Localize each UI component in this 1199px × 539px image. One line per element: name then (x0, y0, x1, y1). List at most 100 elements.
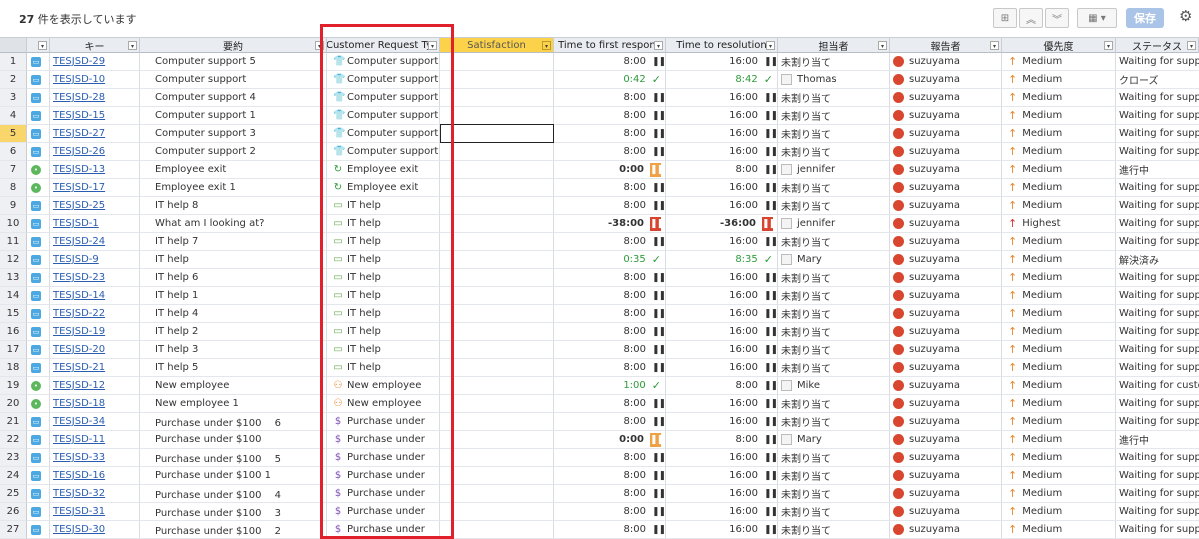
resolution-cell[interactable]: 16:00 ❚❚ (666, 125, 778, 143)
satisfaction-cell[interactable] (440, 395, 554, 413)
summary-cell[interactable]: What am I looking at? (140, 215, 327, 233)
issue-key-link[interactable]: TESJSD-25 (53, 200, 105, 211)
request-type-cell[interactable]: 👕 Computer support (327, 107, 440, 125)
assignee-cell[interactable]: 未割り当て (778, 287, 890, 305)
reporter-cell[interactable]: suzuyama (890, 53, 1002, 71)
resolution-cell[interactable]: 16:00 ❚❚ (666, 107, 778, 125)
assignee-cell[interactable]: Thomas (778, 71, 890, 89)
issue-key-link[interactable]: TESJSD-16 (53, 470, 105, 481)
table-row[interactable]: 11 ▭ TESJSD-24 IT help 7 ▭ IT help 8:00 ❚❚ 16:00… (0, 233, 1199, 251)
first-response-cell[interactable]: 8:00 ❚❚ (554, 359, 666, 377)
hierarchy-button[interactable]: ⊞ (993, 8, 1017, 28)
issue-key-link[interactable]: TESJSD-33 (53, 452, 105, 463)
first-response-cell[interactable]: 8:00 ❚❚ (554, 89, 666, 107)
table-row[interactable]: 13 ▭ TESJSD-23 IT help 6 ▭ IT help 8:00 ❚❚ 16:00… (0, 269, 1199, 287)
request-type-cell[interactable]: ⚇ New employee (327, 395, 440, 413)
table-row[interactable]: 14 ▭ TESJSD-14 IT help 1 ▭ IT help 8:00 ❚❚ 16:00… (0, 287, 1199, 305)
assignee-cell[interactable]: Mary (778, 251, 890, 269)
request-type-cell[interactable]: ▭ IT help (327, 233, 440, 251)
priority-cell[interactable]: ↑ Medium (1002, 503, 1116, 521)
assignee-cell[interactable]: 未割り当て (778, 269, 890, 287)
reporter-cell[interactable]: suzuyama (890, 215, 1002, 233)
resolution-cell[interactable]: 16:00 ❚❚ (666, 503, 778, 521)
summary-cell[interactable]: IT help (140, 251, 327, 269)
table-row[interactable]: 15 ▭ TESJSD-22 IT help 4 ▭ IT help 8:00 ❚❚ 16:00… (0, 305, 1199, 323)
resolution-cell[interactable]: 16:00 ❚❚ (666, 341, 778, 359)
chevron-down-icon[interactable]: ▾ (1187, 41, 1196, 50)
reporter-cell[interactable]: suzuyama (890, 143, 1002, 161)
table-row[interactable]: 16 ▭ TESJSD-19 IT help 2 ▭ IT help 8:00 ❚❚ 16:00… (0, 323, 1199, 341)
reporter-cell[interactable]: suzuyama (890, 161, 1002, 179)
assignee-cell[interactable]: Mary (778, 431, 890, 449)
priority-cell[interactable]: ↑ Medium (1002, 161, 1116, 179)
table-row[interactable]: 8 • TESJSD-17 Employee exit 1 ↻ Employee exit… (0, 179, 1199, 197)
priority-cell[interactable]: ↑ Highest (1002, 215, 1116, 233)
satisfaction-cell[interactable] (440, 89, 554, 107)
priority-cell[interactable]: ↑ Medium (1002, 431, 1116, 449)
issue-key-link[interactable]: TESJSD-9 (53, 254, 99, 265)
reporter-cell[interactable]: suzuyama (890, 125, 1002, 143)
first-response-cell[interactable]: 0:42 ✓ (554, 71, 666, 89)
issue-key-link[interactable]: TESJSD-22 (53, 308, 105, 319)
resolution-cell[interactable]: 16:00 ❚❚ (666, 287, 778, 305)
priority-cell[interactable]: ↑ Medium (1002, 521, 1116, 539)
issue-key-link[interactable]: TESJSD-13 (53, 164, 105, 175)
satisfaction-cell[interactable] (440, 233, 554, 251)
assignee-cell[interactable]: 未割り当て (778, 233, 890, 251)
issue-key-link[interactable]: TESJSD-27 (53, 128, 105, 139)
assignee-cell[interactable]: 未割り当て (778, 107, 890, 125)
summary-cell[interactable]: IT help 6 (140, 269, 327, 287)
status-cell[interactable]: Waiting for suppo (1116, 323, 1199, 341)
issue-key-link[interactable]: TESJSD-1 (53, 218, 99, 229)
reporter-cell[interactable]: suzuyama (890, 287, 1002, 305)
status-cell[interactable]: Waiting for suppo (1116, 467, 1199, 485)
satisfaction-cell[interactable] (440, 269, 554, 287)
priority-cell[interactable]: ↑ Medium (1002, 89, 1116, 107)
summary-cell[interactable]: Employee exit 1 (140, 179, 327, 197)
assignee-cell[interactable]: 未割り当て (778, 53, 890, 71)
satisfaction-cell[interactable] (440, 197, 554, 215)
priority-cell[interactable]: ↑ Medium (1002, 125, 1116, 143)
table-row[interactable]: 25 ▭ TESJSD-32 Purchase under $100 4 $ Purcha… (0, 485, 1199, 503)
reporter-cell[interactable]: suzuyama (890, 89, 1002, 107)
status-cell[interactable]: Waiting for custo (1116, 377, 1199, 395)
reporter-cell[interactable]: suzuyama (890, 467, 1002, 485)
satisfaction-cell[interactable] (440, 359, 554, 377)
resolution-cell[interactable]: 16:00 ❚❚ (666, 179, 778, 197)
priority-cell[interactable]: ↑ Medium (1002, 359, 1116, 377)
chevron-down-icon[interactable]: ▾ (766, 41, 775, 50)
table-row[interactable]: 12 ▭ TESJSD-9 IT help ▭ IT help 0:35 ✓ 8:35 ✓ Mary… (0, 251, 1199, 269)
request-type-cell[interactable]: $ Purchase under (327, 521, 440, 539)
request-type-cell[interactable]: ▭ IT help (327, 215, 440, 233)
status-cell[interactable]: Waiting for suppo (1116, 413, 1199, 431)
assignee-cell[interactable]: 未割り当て (778, 125, 890, 143)
status-cell[interactable]: Waiting for suppo (1116, 233, 1199, 251)
request-type-cell[interactable]: ↻ Employee exit (327, 179, 440, 197)
chevron-down-icon[interactable]: ▾ (990, 41, 999, 50)
resolution-cell[interactable]: 16:00 ❚❚ (666, 197, 778, 215)
reporter-cell[interactable]: suzuyama (890, 233, 1002, 251)
assignee-cell[interactable]: Mike (778, 377, 890, 395)
table-row[interactable]: 27 ▭ TESJSD-30 Purchase under $100 2 $ Purcha… (0, 521, 1199, 539)
resolution-cell[interactable]: 16:00 ❚❚ (666, 143, 778, 161)
satisfaction-cell[interactable] (440, 107, 554, 125)
header-col-status[interactable]: ステータス ▾ (1116, 37, 1199, 53)
status-cell[interactable]: Waiting for suppo (1116, 359, 1199, 377)
table-row[interactable]: 26 ▭ TESJSD-31 Purchase under $100 3 $ Purcha… (0, 503, 1199, 521)
assignee-cell[interactable]: 未割り当て (778, 179, 890, 197)
reporter-cell[interactable]: suzuyama (890, 485, 1002, 503)
first-response-cell[interactable]: 0:00 ❚❚ (554, 161, 666, 179)
move-down-button[interactable]: ︾ (1045, 8, 1069, 28)
request-type-cell[interactable]: ↻ Employee exit (327, 161, 440, 179)
summary-cell[interactable]: Computer support 4 (140, 89, 327, 107)
request-type-cell[interactable]: 👕 Computer support (327, 53, 440, 71)
status-cell[interactable]: Waiting for suppo (1116, 215, 1199, 233)
first-response-cell[interactable]: 8:00 ❚❚ (554, 467, 666, 485)
assignee-cell[interactable]: 未割り当て (778, 467, 890, 485)
table-row[interactable]: 4 ▭ TESJSD-15 Computer support 1 👕 Computer s… (0, 107, 1199, 125)
table-row[interactable]: 10 ▭ TESJSD-1 What am I looking at? ▭ IT help… (0, 215, 1199, 233)
priority-cell[interactable]: ↑ Medium (1002, 53, 1116, 71)
assignee-cell[interactable]: 未割り当て (778, 323, 890, 341)
table-row[interactable]: 7 • TESJSD-13 Employee exit ↻ Employee exit 0:… (0, 161, 1199, 179)
issue-key-link[interactable]: TESJSD-12 (53, 380, 105, 391)
